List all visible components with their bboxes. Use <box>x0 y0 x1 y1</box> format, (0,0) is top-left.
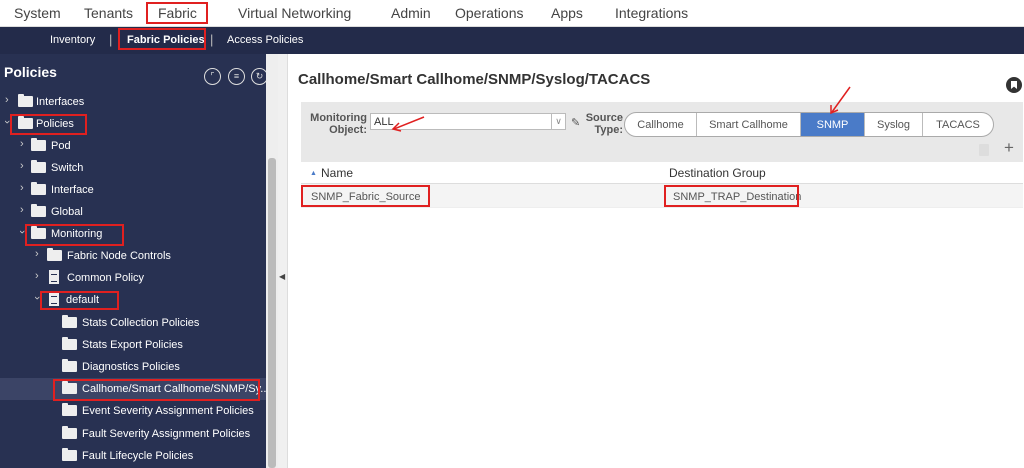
chevron-right-icon[interactable]: › <box>35 248 39 260</box>
column-header-name[interactable]: Name <box>321 166 353 180</box>
tree-item-stats-collection-policies[interactable]: Stats Collection Policies <box>0 312 266 334</box>
highlight-box <box>301 185 430 207</box>
highlight-box <box>40 291 119 310</box>
sub-nav: Inventory | Fabric Policies | Access Pol… <box>0 27 1024 54</box>
highlight-box <box>118 28 206 50</box>
subnav-inventory[interactable]: Inventory <box>50 34 95 46</box>
source-type-segmented-control: Callhome Smart Callhome SNMP Syslog TACA… <box>624 112 994 137</box>
tree-item-label: Fault Lifecycle Policies <box>82 450 194 462</box>
folder-icon <box>31 204 46 217</box>
source-type-tacacs[interactable]: TACACS <box>923 113 993 136</box>
tree-item-label: Fabric Node Controls <box>67 250 171 262</box>
subnav-separator: | <box>109 32 113 47</box>
folder-icon <box>62 426 77 439</box>
tree-item-label: Stats Export Policies <box>82 339 183 351</box>
subnav-separator: | <box>210 32 214 47</box>
tree-item-fault-lifecycle-policies[interactable]: Fault Lifecycle Policies <box>0 445 266 467</box>
nav-system[interactable]: System <box>14 5 61 21</box>
tree-item-label: Interfaces <box>36 96 85 108</box>
folder-icon <box>62 337 77 350</box>
sort-ascending-icon[interactable]: ▲ <box>310 170 317 177</box>
folder-icon <box>18 94 33 107</box>
scrollbar-thumb[interactable] <box>268 158 276 468</box>
tree-item-fabric-node-controls[interactable]: › Fabric Node Controls <box>0 245 266 267</box>
add-icon[interactable]: + <box>1004 138 1014 158</box>
folder-icon <box>31 160 46 173</box>
tree-item-label: Global <box>51 206 83 218</box>
chevron-right-icon[interactable]: › <box>20 182 24 194</box>
folder-icon <box>31 138 46 151</box>
delete-icon[interactable] <box>979 144 989 156</box>
folder-icon <box>62 315 77 328</box>
nav-operations[interactable]: Operations <box>455 5 523 21</box>
chevron-right-icon[interactable]: › <box>35 270 39 282</box>
tree-item-pod[interactable]: › Pod <box>0 135 266 157</box>
top-nav: System Tenants Fabric Virtual Networking… <box>0 0 1024 27</box>
source-type-syslog[interactable]: Syslog <box>865 113 923 136</box>
edit-icon[interactable]: ✎ <box>571 116 580 129</box>
chevron-right-icon[interactable]: › <box>5 94 9 106</box>
folder-icon <box>62 359 77 372</box>
page-title: Callhome/Smart Callhome/SNMP/Syslog/TACA… <box>298 71 651 88</box>
tree-item-interfaces[interactable]: › Interfaces <box>0 91 266 113</box>
tree-item-fault-severity-policies[interactable]: Fault Severity Assignment Policies <box>0 423 266 445</box>
chevron-right-icon[interactable]: › <box>20 160 24 172</box>
chevron-down-icon[interactable]: ∨ <box>551 113 565 130</box>
tree-item-event-severity-policies[interactable]: Event Severity Assignment Policies <box>0 400 266 422</box>
nav-tenants[interactable]: Tenants <box>84 5 133 21</box>
bookmark-icon[interactable] <box>1006 77 1022 93</box>
folder-icon <box>62 403 77 416</box>
document-icon <box>49 270 59 284</box>
folder-icon <box>47 248 62 261</box>
annotation-arrow <box>830 86 851 115</box>
monitoring-object-label: Monitoring Object: <box>310 112 367 136</box>
tree-item-label: Fault Severity Assignment Policies <box>82 428 251 440</box>
tree-item-label: Pod <box>51 140 71 152</box>
sidebar-scrollbar[interactable] <box>266 54 278 468</box>
tree-item-label: Interface <box>51 184 94 196</box>
sidebar-collapse-handle[interactable]: ◀ <box>278 54 288 468</box>
sidebar-title: Policies <box>4 64 57 80</box>
source-type-callhome[interactable]: Callhome <box>625 113 697 136</box>
tree-item-label: Common Policy <box>67 272 145 284</box>
folder-icon <box>31 182 46 195</box>
tree-item-label: Event Severity Assignment Policies <box>82 405 254 417</box>
source-type-smart-callhome[interactable]: Smart Callhome <box>697 113 801 136</box>
tree-item-label: Stats Collection Policies <box>82 317 200 329</box>
folder-icon <box>62 448 77 461</box>
collapse-left-icon[interactable]: ◀ <box>279 272 285 281</box>
filter-list-icon[interactable]: ≡ <box>228 68 245 85</box>
nav-admin[interactable]: Admin <box>391 5 431 21</box>
sidebar: Policies ⌜ ≡ ↻ › Interfaces › Policies ›… <box>0 54 278 468</box>
nav-integrations[interactable]: Integrations <box>615 5 688 21</box>
nav-apps[interactable]: Apps <box>551 5 583 21</box>
tree-item-switch[interactable]: › Switch <box>0 157 266 179</box>
chevron-right-icon[interactable]: › <box>20 138 24 150</box>
main-panel: Callhome/Smart Callhome/SNMP/Syslog/TACA… <box>288 54 1024 468</box>
highlight-box <box>25 224 124 246</box>
highlight-box <box>664 185 799 207</box>
tree-item-common-policy[interactable]: › Common Policy <box>0 267 266 289</box>
quick-start-icon[interactable]: ⌜ <box>204 68 221 85</box>
tree-item-label: Diagnostics Policies <box>82 361 180 373</box>
annotation-arrow <box>391 116 425 132</box>
table-header: ▲ Name Destination Group <box>301 162 1023 184</box>
subnav-access-policies[interactable]: Access Policies <box>227 34 303 46</box>
column-header-destination-group[interactable]: Destination Group <box>669 166 766 180</box>
tree-item-global[interactable]: › Global <box>0 201 266 223</box>
tree-item-interface[interactable]: › Interface <box>0 179 266 201</box>
source-type-label: Source Type: <box>585 112 623 136</box>
tree-item-diagnostics-policies[interactable]: Diagnostics Policies <box>0 356 266 378</box>
tree-item-stats-export-policies[interactable]: Stats Export Policies <box>0 334 266 356</box>
nav-virtual-networking[interactable]: Virtual Networking <box>238 5 351 21</box>
highlight-box <box>146 2 208 24</box>
tree-item-label: Switch <box>51 162 84 174</box>
chevron-right-icon[interactable]: › <box>20 204 24 216</box>
highlight-box <box>10 114 87 135</box>
highlight-box <box>53 379 260 401</box>
